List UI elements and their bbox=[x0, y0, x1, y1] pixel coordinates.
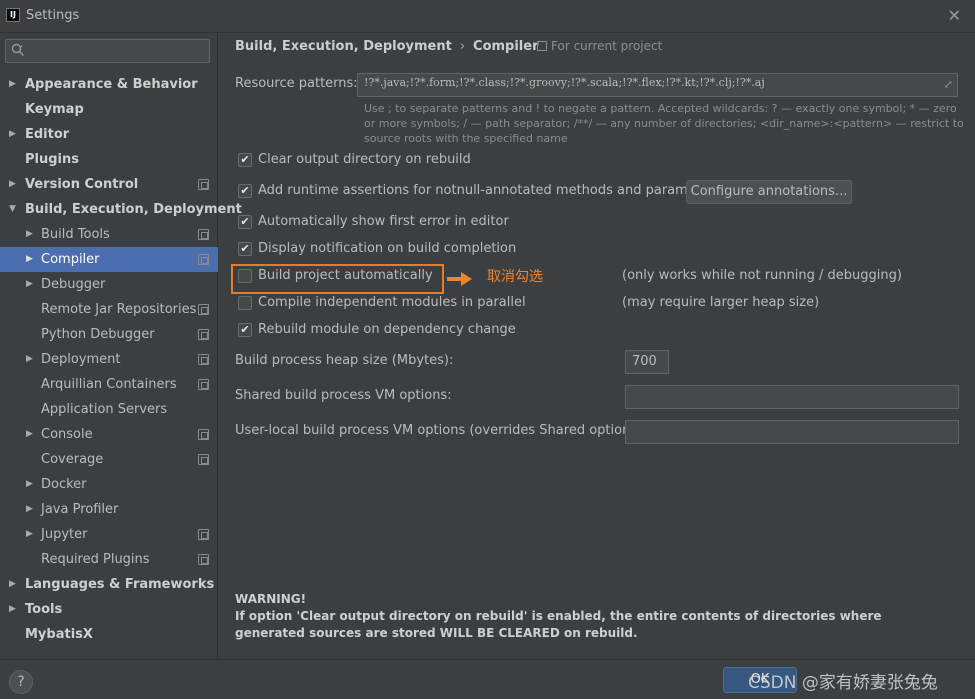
display-notification-checkbox[interactable]: ✔ bbox=[238, 242, 252, 256]
window-title: Settings bbox=[26, 8, 80, 23]
sidebar-item-deployment[interactable]: ▶ Deployment bbox=[0, 347, 218, 372]
warning-message: WARNING! If option 'Clear output directo… bbox=[235, 591, 955, 642]
sidebar-item-required-plugins[interactable]: Required Plugins bbox=[0, 547, 218, 572]
breadcrumb-current: Compiler bbox=[473, 39, 539, 54]
sidebar-item-keymap[interactable]: Keymap bbox=[0, 97, 218, 122]
copy-icon bbox=[537, 41, 547, 51]
breadcrumb: Build, Execution, Deployment › Compiler bbox=[235, 39, 539, 54]
resource-patterns-label: Resource patterns: bbox=[235, 76, 358, 91]
sidebar-item-version-control[interactable]: ▶ Version Control bbox=[0, 172, 218, 197]
resource-patterns-hint: Use ; to separate patterns and ! to nega… bbox=[364, 102, 964, 145]
project-scope-icon bbox=[198, 304, 209, 315]
configure-annotations-button[interactable]: Configure annotations... bbox=[686, 180, 852, 204]
sidebar-item-arquillian-containers[interactable]: Arquillian Containers bbox=[0, 372, 218, 397]
sidebar-item-remote-jar-repositories[interactable]: Remote Jar Repositories bbox=[0, 297, 218, 322]
expand-arrow-icon: ▶ bbox=[26, 429, 33, 439]
compile-parallel-label: Compile independent modules in parallel bbox=[258, 295, 526, 310]
expand-arrow-icon: ▶ bbox=[26, 479, 33, 489]
dialog-footer: ? OK CSDN @家有娇妻张兔兔 bbox=[0, 659, 975, 699]
project-scope-icon bbox=[198, 454, 209, 465]
display-notification-label: Display notification on build completion bbox=[258, 241, 517, 256]
compile-parallel-checkbox[interactable] bbox=[238, 296, 252, 310]
rebuild-module-label: Rebuild module on dependency change bbox=[258, 322, 516, 337]
expand-arrow-icon: ▶ bbox=[9, 579, 16, 589]
project-scope-icon bbox=[198, 554, 209, 565]
settings-tree: ▶ Appearance & Behavior Keymap ▶ Editor … bbox=[0, 72, 242, 647]
expand-arrow-icon: ▶ bbox=[26, 504, 33, 514]
build-automatically-note: (only works while not running / debuggin… bbox=[622, 268, 902, 283]
project-scope-icon bbox=[198, 254, 209, 265]
expand-field-icon[interactable]: ⤢ bbox=[944, 78, 953, 91]
intellij-logo-icon: IJ bbox=[6, 8, 20, 22]
sidebar-item-python-debugger[interactable]: Python Debugger bbox=[0, 322, 218, 347]
project-scope-icon bbox=[198, 379, 209, 390]
shared-vm-options-label: Shared build process VM options: bbox=[235, 388, 452, 403]
breadcrumb-separator: › bbox=[459, 39, 466, 54]
collapse-arrow-icon: ▼ bbox=[9, 204, 16, 214]
expand-arrow-icon: ▶ bbox=[26, 229, 33, 239]
clear-output-label: Clear output directory on rebuild bbox=[258, 152, 471, 167]
show-first-error-checkbox[interactable]: ✔ bbox=[238, 215, 252, 229]
sidebar-item-tools[interactable]: ▶ Tools bbox=[0, 597, 218, 622]
close-icon[interactable]: ✕ bbox=[948, 6, 961, 25]
warning-body: If option 'Clear output directory on reb… bbox=[235, 609, 882, 640]
search-icon bbox=[11, 43, 24, 56]
sidebar-item-mybatisx[interactable]: MybatisX bbox=[0, 622, 218, 647]
sidebar-item-debugger[interactable]: ▶ Debugger bbox=[0, 272, 218, 297]
user-vm-options-input[interactable] bbox=[625, 420, 959, 444]
project-scope-icon bbox=[198, 529, 209, 540]
heap-size-label: Build process heap size (Mbytes): bbox=[235, 353, 454, 368]
search-input[interactable] bbox=[5, 39, 210, 63]
sidebar-item-build-execution-deployment[interactable]: ▼ Build, Execution, Deployment bbox=[0, 197, 242, 222]
clear-output-checkbox[interactable]: ✔ bbox=[238, 153, 252, 167]
sidebar-item-compiler[interactable]: ▶ Compiler bbox=[0, 247, 218, 272]
sidebar-item-application-servers[interactable]: Application Servers bbox=[0, 397, 218, 422]
compiler-settings-panel: Build, Execution, Deployment › Compiler Fo… bbox=[219, 33, 975, 659]
sidebar-item-plugins[interactable]: Plugins bbox=[0, 147, 218, 172]
project-scope-icon bbox=[198, 329, 209, 340]
for-current-project-label: For current project bbox=[537, 39, 662, 53]
show-first-error-label: Automatically show first error in editor bbox=[258, 214, 509, 229]
settings-sidebar: ▶ Appearance & Behavior Keymap ▶ Editor … bbox=[0, 33, 242, 659]
resource-patterns-input[interactable]: !?*.java;!?*.form;!?*.class;!?*.groovy;!… bbox=[357, 73, 958, 97]
runtime-assertions-checkbox[interactable]: ✔ bbox=[238, 184, 252, 198]
expand-arrow-icon: ▶ bbox=[9, 129, 16, 139]
sidebar-item-jupyter[interactable]: ▶ Jupyter bbox=[0, 522, 218, 547]
arrow-right-icon bbox=[447, 272, 472, 286]
expand-arrow-icon: ▶ bbox=[26, 254, 33, 264]
sidebar-item-console[interactable]: ▶ Console bbox=[0, 422, 218, 447]
sidebar-item-build-tools[interactable]: ▶ Build Tools bbox=[0, 222, 218, 247]
sidebar-item-editor[interactable]: ▶ Editor bbox=[0, 122, 218, 147]
sidebar-item-coverage[interactable]: Coverage bbox=[0, 447, 218, 472]
rebuild-module-checkbox[interactable]: ✔ bbox=[238, 323, 252, 337]
highlight-box bbox=[231, 264, 444, 294]
user-vm-options-label: User-local build process VM options (ove… bbox=[235, 423, 647, 438]
expand-arrow-icon: ▶ bbox=[26, 354, 33, 364]
heap-size-input[interactable]: 700 bbox=[625, 350, 669, 374]
expand-arrow-icon: ▶ bbox=[9, 604, 16, 614]
expand-arrow-icon: ▶ bbox=[9, 179, 16, 189]
breadcrumb-parent[interactable]: Build, Execution, Deployment bbox=[235, 39, 452, 54]
sidebar-item-languages-frameworks[interactable]: ▶ Languages & Frameworks bbox=[0, 572, 218, 597]
expand-arrow-icon: ▶ bbox=[9, 79, 16, 89]
project-scope-icon bbox=[198, 429, 209, 440]
project-scope-icon bbox=[198, 354, 209, 365]
warning-title: WARNING! bbox=[235, 592, 307, 606]
compile-parallel-note: (may require larger heap size) bbox=[622, 295, 820, 310]
project-scope-icon bbox=[198, 229, 209, 240]
expand-arrow-icon: ▶ bbox=[26, 279, 33, 289]
expand-arrow-icon: ▶ bbox=[26, 529, 33, 539]
help-button[interactable]: ? bbox=[9, 670, 33, 694]
title-bar: IJ Settings ✕ bbox=[0, 0, 975, 33]
annotation-text: 取消勾选 bbox=[487, 269, 543, 285]
shared-vm-options-input[interactable] bbox=[625, 385, 959, 409]
runtime-assertions-label: Add runtime assertions for notnull-annot… bbox=[258, 183, 722, 198]
sidebar-item-appearance[interactable]: ▶ Appearance & Behavior bbox=[0, 72, 218, 97]
sidebar-item-docker[interactable]: ▶ Docker bbox=[0, 472, 218, 497]
sidebar-item-java-profiler[interactable]: ▶ Java Profiler bbox=[0, 497, 218, 522]
watermark-text: CSDN @家有娇妻张兔兔 bbox=[748, 673, 938, 693]
project-scope-icon bbox=[198, 179, 209, 190]
